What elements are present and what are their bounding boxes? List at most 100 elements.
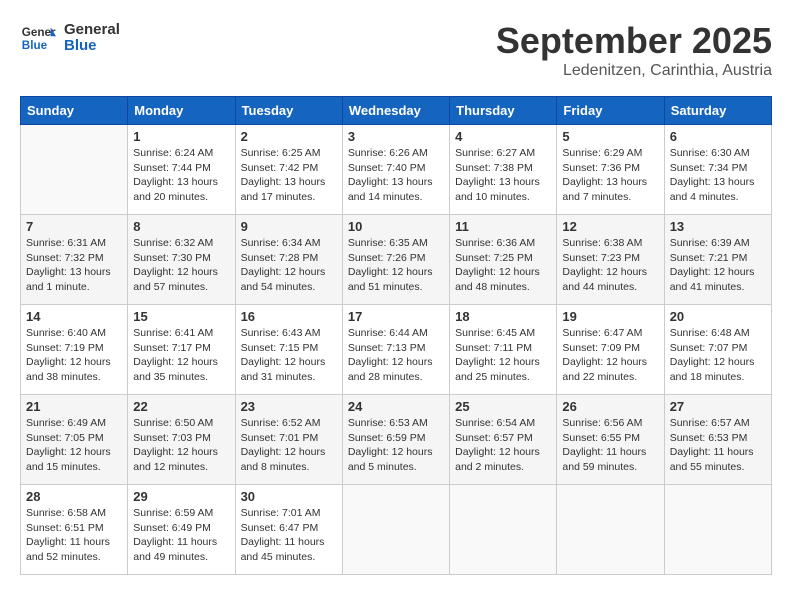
week-row-5: 28Sunrise: 6:58 AM Sunset: 6:51 PM Dayli… xyxy=(21,485,772,575)
empty-cell xyxy=(21,125,128,215)
day-info: Sunrise: 6:48 AM Sunset: 7:07 PM Dayligh… xyxy=(670,326,766,385)
day-info: Sunrise: 6:52 AM Sunset: 7:01 PM Dayligh… xyxy=(241,416,337,475)
week-row-2: 7 Sunrise: 6:31 AM Sunset: 7:32 PM Daylig… xyxy=(21,215,772,305)
day-cell-9: 9 Sunrise: 6:34 AM Sunset: 7:28 PM Daylig… xyxy=(235,215,342,305)
day-header-friday: Friday xyxy=(557,97,664,125)
empty-cell xyxy=(557,485,664,575)
day-info: Sunrise: 6:26 AM Sunset: 7:40 PM Dayligh… xyxy=(348,146,444,205)
day-cell-25: 25 Sunrise: 6:54 AM Sunset: 6:57 PM Dayli… xyxy=(450,395,557,485)
day-cell-11: 11 Sunrise: 6:36 AM Sunset: 7:25 PM Dayli… xyxy=(450,215,557,305)
day-number: 13 xyxy=(670,219,766,234)
day-info: Sunrise: 6:57 AM Sunset: 6:53 PM Dayligh… xyxy=(670,416,766,475)
day-cell-21: 21 Sunrise: 6:49 AM Sunset: 7:05 PM Dayli… xyxy=(21,395,128,485)
day-header-monday: Monday xyxy=(128,97,235,125)
month-title: September 2025 xyxy=(496,20,772,62)
day-number: 22 xyxy=(133,399,229,414)
day-header-saturday: Saturday xyxy=(664,97,771,125)
day-number: 24 xyxy=(348,399,444,414)
day-number: 26 xyxy=(562,399,658,414)
week-row-1: 1Sunrise: 6:24 AM Sunset: 7:44 PM Daylig… xyxy=(21,125,772,215)
day-cell-20: 20 Sunrise: 6:48 AM Sunset: 7:07 PM Dayli… xyxy=(664,305,771,395)
day-header-sunday: Sunday xyxy=(21,97,128,125)
empty-cell xyxy=(342,485,449,575)
day-cell-15: 15 Sunrise: 6:41 AM Sunset: 7:17 PM Dayli… xyxy=(128,305,235,395)
day-cell-18: 18Sunrise: 6:45 AM Sunset: 7:11 PM Dayli… xyxy=(450,305,557,395)
day-cell-28: 28Sunrise: 6:58 AM Sunset: 6:51 PM Dayli… xyxy=(21,485,128,575)
day-cell-14: 14 Sunrise: 6:40 AM Sunset: 7:19 PM Dayli… xyxy=(21,305,128,395)
day-info: Sunrise: 6:40 AM Sunset: 7:19 PM Dayligh… xyxy=(26,326,122,385)
day-header-thursday: Thursday xyxy=(450,97,557,125)
day-number: 30 xyxy=(241,489,337,504)
day-number: 14 xyxy=(26,309,122,324)
day-info: Sunrise: 6:41 AM Sunset: 7:17 PM Dayligh… xyxy=(133,326,229,385)
logo-general: General xyxy=(64,22,120,39)
day-number: 10 xyxy=(348,219,444,234)
day-number: 9 xyxy=(241,219,337,234)
logo-icon: General Blue xyxy=(20,20,56,56)
day-info: Sunrise: 6:35 AM Sunset: 7:26 PM Dayligh… xyxy=(348,236,444,295)
day-number: 27 xyxy=(670,399,766,414)
day-info: Sunrise: 6:43 AM Sunset: 7:15 PM Dayligh… xyxy=(241,326,337,385)
day-cell-29: 29Sunrise: 6:59 AM Sunset: 6:49 PM Dayli… xyxy=(128,485,235,575)
logo: General Blue General Blue xyxy=(20,20,120,56)
day-cell-17: 17Sunrise: 6:44 AM Sunset: 7:13 PM Dayli… xyxy=(342,305,449,395)
svg-text:Blue: Blue xyxy=(22,39,48,52)
day-cell-22: 22 Sunrise: 6:50 AM Sunset: 7:03 PM Dayli… xyxy=(128,395,235,485)
day-info: Sunrise: 6:47 AM Sunset: 7:09 PM Dayligh… xyxy=(562,326,658,385)
location-title: Ledenitzen, Carinthia, Austria xyxy=(496,62,772,80)
day-info: Sunrise: 6:36 AM Sunset: 7:25 PM Dayligh… xyxy=(455,236,551,295)
day-info: Sunrise: 6:49 AM Sunset: 7:05 PM Dayligh… xyxy=(26,416,122,475)
day-info: Sunrise: 6:53 AM Sunset: 6:59 PM Dayligh… xyxy=(348,416,444,475)
week-row-3: 14 Sunrise: 6:40 AM Sunset: 7:19 PM Dayli… xyxy=(21,305,772,395)
day-info: Sunrise: 6:34 AM Sunset: 7:28 PM Dayligh… xyxy=(241,236,337,295)
empty-cell xyxy=(664,485,771,575)
day-cell-24: 24 Sunrise: 6:53 AM Sunset: 6:59 PM Dayli… xyxy=(342,395,449,485)
day-number: 15 xyxy=(133,309,229,324)
day-number: 17 xyxy=(348,309,444,324)
day-info: Sunrise: 6:59 AM Sunset: 6:49 PM Dayligh… xyxy=(133,506,229,565)
day-info: Sunrise: 7:01 AM Sunset: 6:47 PM Dayligh… xyxy=(241,506,337,565)
day-header-tuesday: Tuesday xyxy=(235,97,342,125)
day-info: Sunrise: 6:30 AM Sunset: 7:34 PM Dayligh… xyxy=(670,146,766,205)
day-number: 20 xyxy=(670,309,766,324)
day-header-wednesday: Wednesday xyxy=(342,97,449,125)
calendar-table: SundayMondayTuesdayWednesdayThursdayFrid… xyxy=(20,96,772,575)
day-info: Sunrise: 6:39 AM Sunset: 7:21 PM Dayligh… xyxy=(670,236,766,295)
day-info: Sunrise: 6:45 AM Sunset: 7:11 PM Dayligh… xyxy=(455,326,551,385)
header: General Blue General Blue September 2025… xyxy=(20,20,772,80)
day-cell-6: 6 Sunrise: 6:30 AM Sunset: 7:34 PM Daylig… xyxy=(664,125,771,215)
day-number: 21 xyxy=(26,399,122,414)
week-row-4: 21 Sunrise: 6:49 AM Sunset: 7:05 PM Dayli… xyxy=(21,395,772,485)
day-info: Sunrise: 6:25 AM Sunset: 7:42 PM Dayligh… xyxy=(241,146,337,205)
day-info: Sunrise: 6:31 AM Sunset: 7:32 PM Dayligh… xyxy=(26,236,122,295)
logo-blue: Blue xyxy=(64,38,120,55)
day-number: 7 xyxy=(26,219,122,234)
day-info: Sunrise: 6:54 AM Sunset: 6:57 PM Dayligh… xyxy=(455,416,551,475)
day-cell-7: 7 Sunrise: 6:31 AM Sunset: 7:32 PM Daylig… xyxy=(21,215,128,305)
title-area: September 2025 Ledenitzen, Carinthia, Au… xyxy=(496,20,772,80)
day-cell-8: 8Sunrise: 6:32 AM Sunset: 7:30 PM Daylig… xyxy=(128,215,235,305)
day-info: Sunrise: 6:38 AM Sunset: 7:23 PM Dayligh… xyxy=(562,236,658,295)
day-cell-27: 27 Sunrise: 6:57 AM Sunset: 6:53 PM Dayli… xyxy=(664,395,771,485)
day-info: Sunrise: 6:27 AM Sunset: 7:38 PM Dayligh… xyxy=(455,146,551,205)
day-number: 5 xyxy=(562,129,658,144)
day-number: 16 xyxy=(241,309,337,324)
day-cell-5: 5 Sunrise: 6:29 AM Sunset: 7:36 PM Daylig… xyxy=(557,125,664,215)
day-number: 8 xyxy=(133,219,229,234)
day-number: 25 xyxy=(455,399,551,414)
day-cell-3: 3 Sunrise: 6:26 AM Sunset: 7:40 PM Daylig… xyxy=(342,125,449,215)
day-cell-1: 1Sunrise: 6:24 AM Sunset: 7:44 PM Daylig… xyxy=(128,125,235,215)
day-number: 28 xyxy=(26,489,122,504)
day-info: Sunrise: 6:56 AM Sunset: 6:55 PM Dayligh… xyxy=(562,416,658,475)
day-info: Sunrise: 6:50 AM Sunset: 7:03 PM Dayligh… xyxy=(133,416,229,475)
day-cell-19: 19 Sunrise: 6:47 AM Sunset: 7:09 PM Dayli… xyxy=(557,305,664,395)
day-info: Sunrise: 6:29 AM Sunset: 7:36 PM Dayligh… xyxy=(562,146,658,205)
day-number: 19 xyxy=(562,309,658,324)
day-cell-26: 26 Sunrise: 6:56 AM Sunset: 6:55 PM Dayli… xyxy=(557,395,664,485)
day-number: 4 xyxy=(455,129,551,144)
day-number: 2 xyxy=(241,129,337,144)
day-number: 11 xyxy=(455,219,551,234)
day-number: 6 xyxy=(670,129,766,144)
day-number: 3 xyxy=(348,129,444,144)
empty-cell xyxy=(450,485,557,575)
